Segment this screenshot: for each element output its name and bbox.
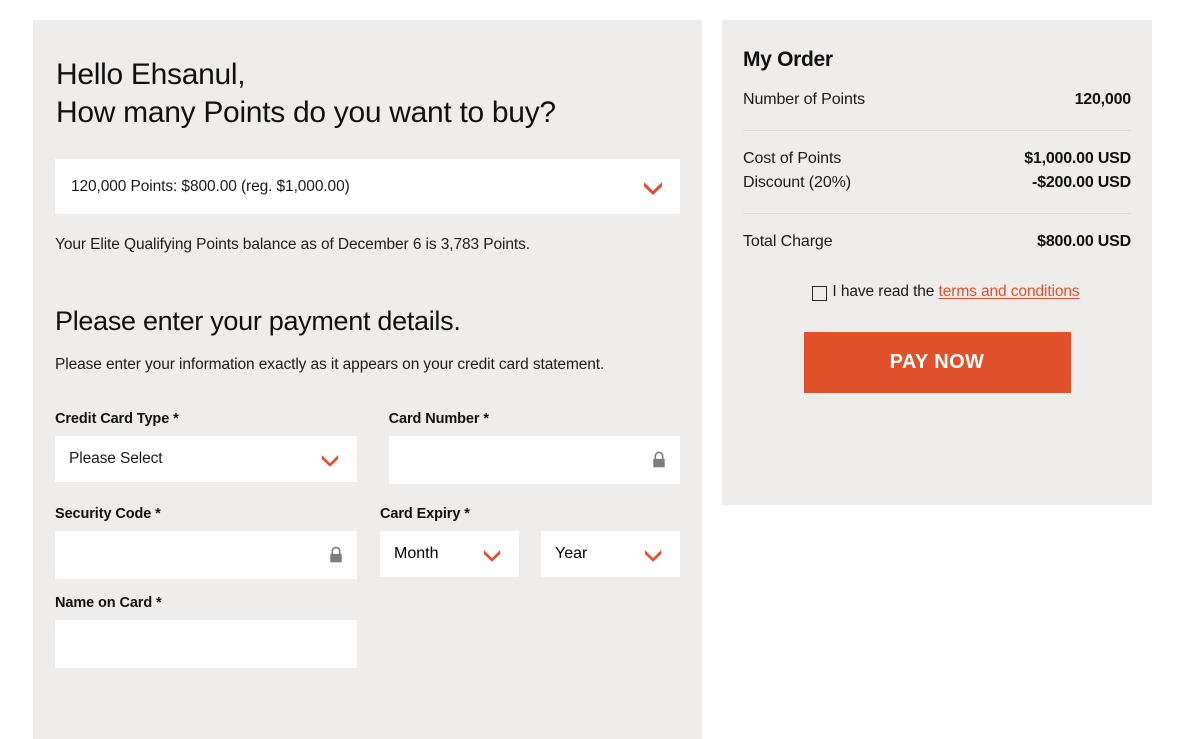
card-number-label: Card Number * (388, 411, 489, 427)
order-row-amount: $1,000.00 USD (1024, 150, 1131, 167)
chevron-down-icon[interactable] (481, 543, 503, 565)
purchase-form-panel: Hello Ehsanul, How many Points do you wa… (33, 20, 702, 739)
card-expiry-selects: Month Year (380, 531, 680, 577)
credit-card-type-label: Credit Card Type * (55, 411, 179, 427)
order-row-points: Number of Points 120,000 (743, 91, 1131, 109)
lock-icon (652, 451, 666, 469)
points-package-value: 120,000 Points: $800.00 (reg. $1,000.00) (71, 177, 350, 195)
name-on-card-group: Name on Card * (55, 595, 378, 668)
terms-prefix: I have read the (832, 283, 939, 300)
terms-and-conditions-link[interactable]: terms and conditions (939, 283, 1080, 300)
order-divider (743, 130, 1131, 131)
order-summary-panel: My Order Number of Points 120,000 Cost o… (722, 20, 1152, 505)
card-expiry-year-value: Year (555, 545, 588, 562)
order-row-label: Cost of Points (743, 150, 842, 167)
card-expiry-group: Card Expiry * Month Year (380, 506, 680, 579)
security-code-input[interactable] (55, 531, 357, 579)
chevron-down-icon[interactable] (642, 176, 664, 198)
payment-details-subtext: Please enter your information exactly as… (55, 356, 605, 373)
order-divider (743, 213, 1131, 214)
form-row-gap (55, 579, 680, 595)
credit-card-type-group: Credit Card Type * Please Select (55, 411, 368, 484)
terms-checkbox[interactable] (812, 286, 828, 301)
name-on-card-input[interactable] (55, 620, 357, 668)
credit-card-type-value: Please Select (69, 450, 163, 467)
credit-card-type-select[interactable]: Please Select (55, 436, 357, 482)
greeting-line-1: Hello Ehsanul, (56, 58, 246, 91)
order-row-discount: Discount (20%) -$200.00 USD (743, 174, 1131, 192)
order-row-label: Discount (20%) (743, 174, 851, 191)
terms-acceptance-row[interactable]: I have read the terms and conditions (743, 283, 1131, 301)
form-row-name: Name on Card * (55, 595, 680, 668)
card-expiry-month-select[interactable]: Month (380, 531, 519, 577)
page-title: Hello Ehsanul, How many Points do you wa… (56, 56, 680, 132)
lock-icon (329, 546, 343, 564)
form-row-card-basics: Credit Card Type * Please Select Card Nu… (55, 411, 680, 484)
card-number-group: Card Number * (388, 411, 680, 484)
greeting-line-2: How many Points do you want to buy? (56, 96, 556, 129)
pay-now-button[interactable]: PAY NOW (803, 332, 1071, 393)
form-row-security-expiry: Security Code * Card Expiry * Month Year (55, 506, 680, 579)
order-row-amount: 120,000 (1074, 91, 1132, 108)
order-row-label: Number of Points (743, 91, 866, 108)
points-package-select[interactable]: 120,000 Points: $800.00 (reg. $1,000.00) (55, 159, 680, 214)
order-row-amount: $800.00 USD (1037, 233, 1131, 250)
name-on-card-label: Name on Card * (55, 595, 162, 611)
buy-points-page: Hello Ehsanul, How many Points do you wa… (0, 0, 1200, 739)
card-expiry-label: Card Expiry * (380, 506, 470, 522)
form-row-gap (55, 484, 680, 506)
card-expiry-month-value: Month (394, 545, 439, 562)
payment-form: Credit Card Type * Please Select Card Nu… (55, 411, 680, 668)
order-row-label: Total Charge (743, 233, 833, 250)
payment-details-heading: Please enter your payment details. (55, 306, 461, 336)
order-row-total: Total Charge $800.00 USD (743, 233, 1131, 251)
terms-text: I have read the terms and conditions (832, 283, 1079, 301)
security-code-group: Security Code * (55, 506, 359, 579)
order-row-cost: Cost of Points $1,000.00 USD (743, 150, 1131, 168)
order-summary-title: My Order (743, 48, 833, 71)
points-balance-note: Your Elite Qualifying Points balance as … (55, 236, 530, 253)
card-expiry-year-select[interactable]: Year (541, 531, 680, 577)
order-row-amount: -$200.00 USD (1032, 174, 1131, 191)
card-number-input[interactable] (388, 436, 680, 484)
security-code-label: Security Code * (55, 506, 161, 522)
chevron-down-icon[interactable] (642, 543, 664, 565)
chevron-down-icon[interactable] (319, 448, 341, 470)
